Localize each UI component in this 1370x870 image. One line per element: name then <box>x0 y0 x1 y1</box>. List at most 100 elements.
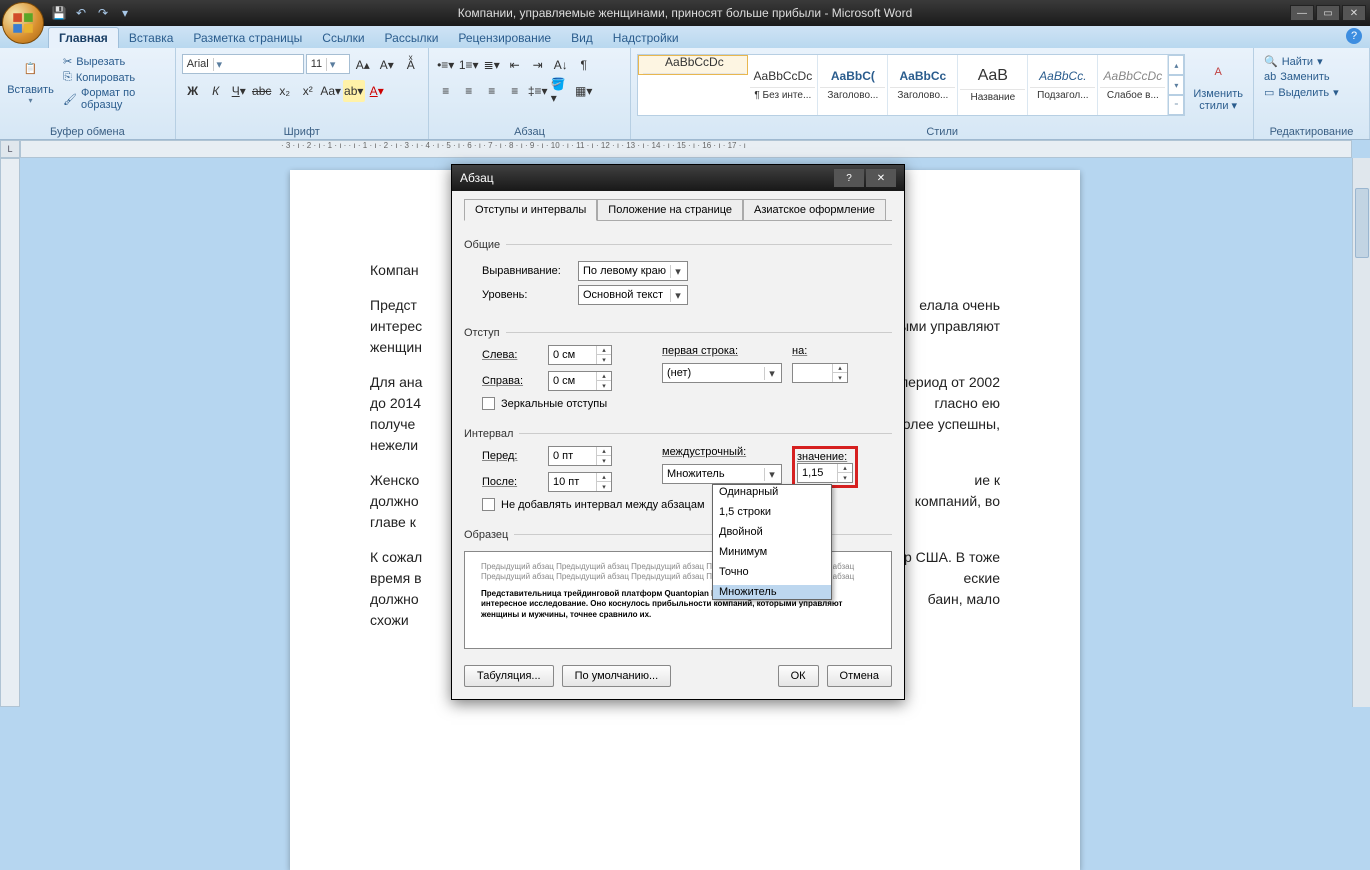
gallery-more-icon[interactable]: ⁼ <box>1168 95 1184 115</box>
multilevel-icon[interactable]: ≣▾ <box>481 54 503 76</box>
undo-icon[interactable]: ↶ <box>72 4 90 22</box>
change-case-icon[interactable]: Aa▾ <box>320 80 342 102</box>
help-icon[interactable]: ? <box>1346 28 1362 44</box>
underline-icon[interactable]: Ч▾ <box>228 80 250 102</box>
style-heading2[interactable]: AaBbCcЗаголово... <box>888 55 958 115</box>
line-spacing-icon[interactable]: ‡≡▾ <box>527 80 549 102</box>
dialog-help-button[interactable]: ? <box>834 169 864 187</box>
tab-mailings[interactable]: Рассылки <box>375 28 449 48</box>
window-title: Компании, управляемые женщинами, принося… <box>0 6 1370 20</box>
subscript-icon[interactable]: x₂ <box>274 80 296 102</box>
ok-button[interactable]: ОК <box>778 665 819 687</box>
paste-button[interactable]: 📋 Вставить ▾ <box>6 50 55 107</box>
firstline-select[interactable]: (нет)▾ <box>662 363 782 383</box>
tab-pagelayout[interactable]: Разметка страницы <box>183 28 312 48</box>
tab-insert[interactable]: Вставка <box>119 28 184 48</box>
font-size-combo[interactable]: 11▾ <box>306 54 350 74</box>
sort-icon[interactable]: A↓ <box>550 54 572 76</box>
save-icon[interactable]: 💾 <box>50 4 68 22</box>
font-color-icon[interactable]: A▾ <box>366 80 388 102</box>
align-center-icon[interactable]: ≡ <box>458 80 480 102</box>
find-button[interactable]: 🔍Найти ▾ <box>1260 54 1343 69</box>
tabulation-button[interactable]: Табуляция... <box>464 665 554 687</box>
style-normal[interactable]: AaBbCcDc¶ Обычный <box>638 55 748 75</box>
tab-addins[interactable]: Надстройки <box>603 28 689 48</box>
office-button[interactable] <box>2 2 44 44</box>
close-button[interactable]: ✕ <box>1342 5 1366 21</box>
shading-icon[interactable]: 🪣▾ <box>550 80 572 102</box>
increase-indent-icon[interactable]: ⇥ <box>527 54 549 76</box>
cut-button[interactable]: ✂Вырезать <box>59 54 169 69</box>
copy-button[interactable]: ⎘Копировать <box>59 70 169 85</box>
borders-icon[interactable]: ▦▾ <box>573 80 595 102</box>
justify-icon[interactable]: ≡ <box>504 80 526 102</box>
qat-dropdown-icon[interactable]: ▾ <box>116 4 134 22</box>
dialog-tab-position[interactable]: Положение на странице <box>597 199 743 221</box>
indent-right-spinner[interactable]: 0 см▴▾ <box>548 371 612 391</box>
format-painter-button[interactable]: 🖌Формат по образцу <box>59 86 169 112</box>
default-button[interactable]: По умолчанию... <box>562 665 672 687</box>
bold-icon[interactable]: Ж <box>182 80 204 102</box>
replace-button[interactable]: abЗаменить <box>1260 70 1343 84</box>
group-paragraph: Абзац <box>435 125 625 139</box>
option-double[interactable]: Двойной <box>713 525 831 539</box>
align-right-icon[interactable]: ≡ <box>481 80 503 102</box>
style-subtitle[interactable]: AaBbCc.Подзагол... <box>1028 55 1098 115</box>
firstline-value-spinner[interactable]: ▴▾ <box>792 363 848 383</box>
change-styles-button[interactable]: A Изменить стили ▾ <box>1189 54 1247 114</box>
style-heading1[interactable]: AaBbC(Заголово... <box>818 55 888 115</box>
spacing-after-spinner[interactable]: 10 пт▴▾ <box>548 472 612 492</box>
linespacing-select[interactable]: Множитель▾ <box>662 464 782 484</box>
linespacing-dropdown[interactable]: Одинарный 1,5 строки Двойной Минимум Точ… <box>712 484 832 600</box>
dialog-titlebar[interactable]: Абзац ? ✕ <box>452 165 904 191</box>
scrollbar-thumb[interactable] <box>1355 188 1369 258</box>
linespacing-value-spinner[interactable]: 1,15▴▾ <box>797 463 853 483</box>
maximize-button[interactable]: ▭ <box>1316 5 1340 21</box>
ruler-corner[interactable]: L <box>0 140 20 158</box>
spacing-before-spinner[interactable]: 0 пт▴▾ <box>548 446 612 466</box>
italic-icon[interactable]: К <box>205 80 227 102</box>
tab-view[interactable]: Вид <box>561 28 603 48</box>
gallery-up-icon[interactable]: ▴ <box>1168 55 1184 75</box>
vertical-ruler[interactable] <box>0 158 20 707</box>
dialog-close-button[interactable]: ✕ <box>866 169 896 187</box>
minimize-button[interactable]: — <box>1290 5 1314 21</box>
style-nospacing[interactable]: AaBbCcDc¶ Без инте... <box>748 55 818 115</box>
bullets-icon[interactable]: •≡▾ <box>435 54 457 76</box>
dialog-tab-asian[interactable]: Азиатское оформление <box>743 199 886 221</box>
option-exact[interactable]: Точно <box>713 565 831 579</box>
strikethrough-icon[interactable]: abc <box>251 80 273 102</box>
linespacing-label: междустрочный: <box>662 446 782 458</box>
style-title[interactable]: AaBНазвание <box>958 55 1028 115</box>
align-left-icon[interactable]: ≡ <box>435 80 457 102</box>
redo-icon[interactable]: ↷ <box>94 4 112 22</box>
superscript-icon[interactable]: x² <box>297 80 319 102</box>
level-select[interactable]: Основной текст▾ <box>578 285 688 305</box>
select-button[interactable]: ▭Выделить ▾ <box>1260 85 1343 100</box>
option-minimum[interactable]: Минимум <box>713 545 831 559</box>
font-name-combo[interactable]: Arial▾ <box>182 54 304 74</box>
option-multiple[interactable]: Множитель <box>713 585 831 599</box>
tab-home[interactable]: Главная <box>48 27 119 48</box>
tab-review[interactable]: Рецензирование <box>448 28 561 48</box>
styles-gallery[interactable]: AaBbCcDc¶ Обычный AaBbCcDc¶ Без инте... … <box>637 54 1185 116</box>
option-single[interactable]: Одинарный <box>713 485 831 499</box>
highlight-icon[interactable]: ab▾ <box>343 80 365 102</box>
tab-references[interactable]: Ссылки <box>312 28 374 48</box>
vertical-scrollbar[interactable] <box>1352 158 1370 707</box>
option-1-5[interactable]: 1,5 строки <box>713 505 831 519</box>
gallery-down-icon[interactable]: ▾ <box>1168 75 1184 95</box>
grow-font-icon[interactable]: A▴ <box>352 54 374 76</box>
numbering-icon[interactable]: 1≡▾ <box>458 54 480 76</box>
mirror-indents-checkbox[interactable]: Зеркальные отступы <box>482 397 892 410</box>
dialog-tab-indents[interactable]: Отступы и интервалы <box>464 199 597 221</box>
show-marks-icon[interactable]: ¶ <box>573 54 595 76</box>
style-subtle[interactable]: AaBbCcDcСлабое в... <box>1098 55 1168 115</box>
alignment-select[interactable]: По левому краю▾ <box>578 261 688 281</box>
indent-left-spinner[interactable]: 0 см▴▾ <box>548 345 612 365</box>
horizontal-ruler[interactable]: · 3 · ı · 2 · ı · 1 · ı · · ı · 1 · ı · … <box>20 140 1352 158</box>
clear-format-icon[interactable]: Aͯ <box>400 54 422 76</box>
decrease-indent-icon[interactable]: ⇤ <box>504 54 526 76</box>
cancel-button[interactable]: Отмена <box>827 665 892 687</box>
shrink-font-icon[interactable]: A▾ <box>376 54 398 76</box>
